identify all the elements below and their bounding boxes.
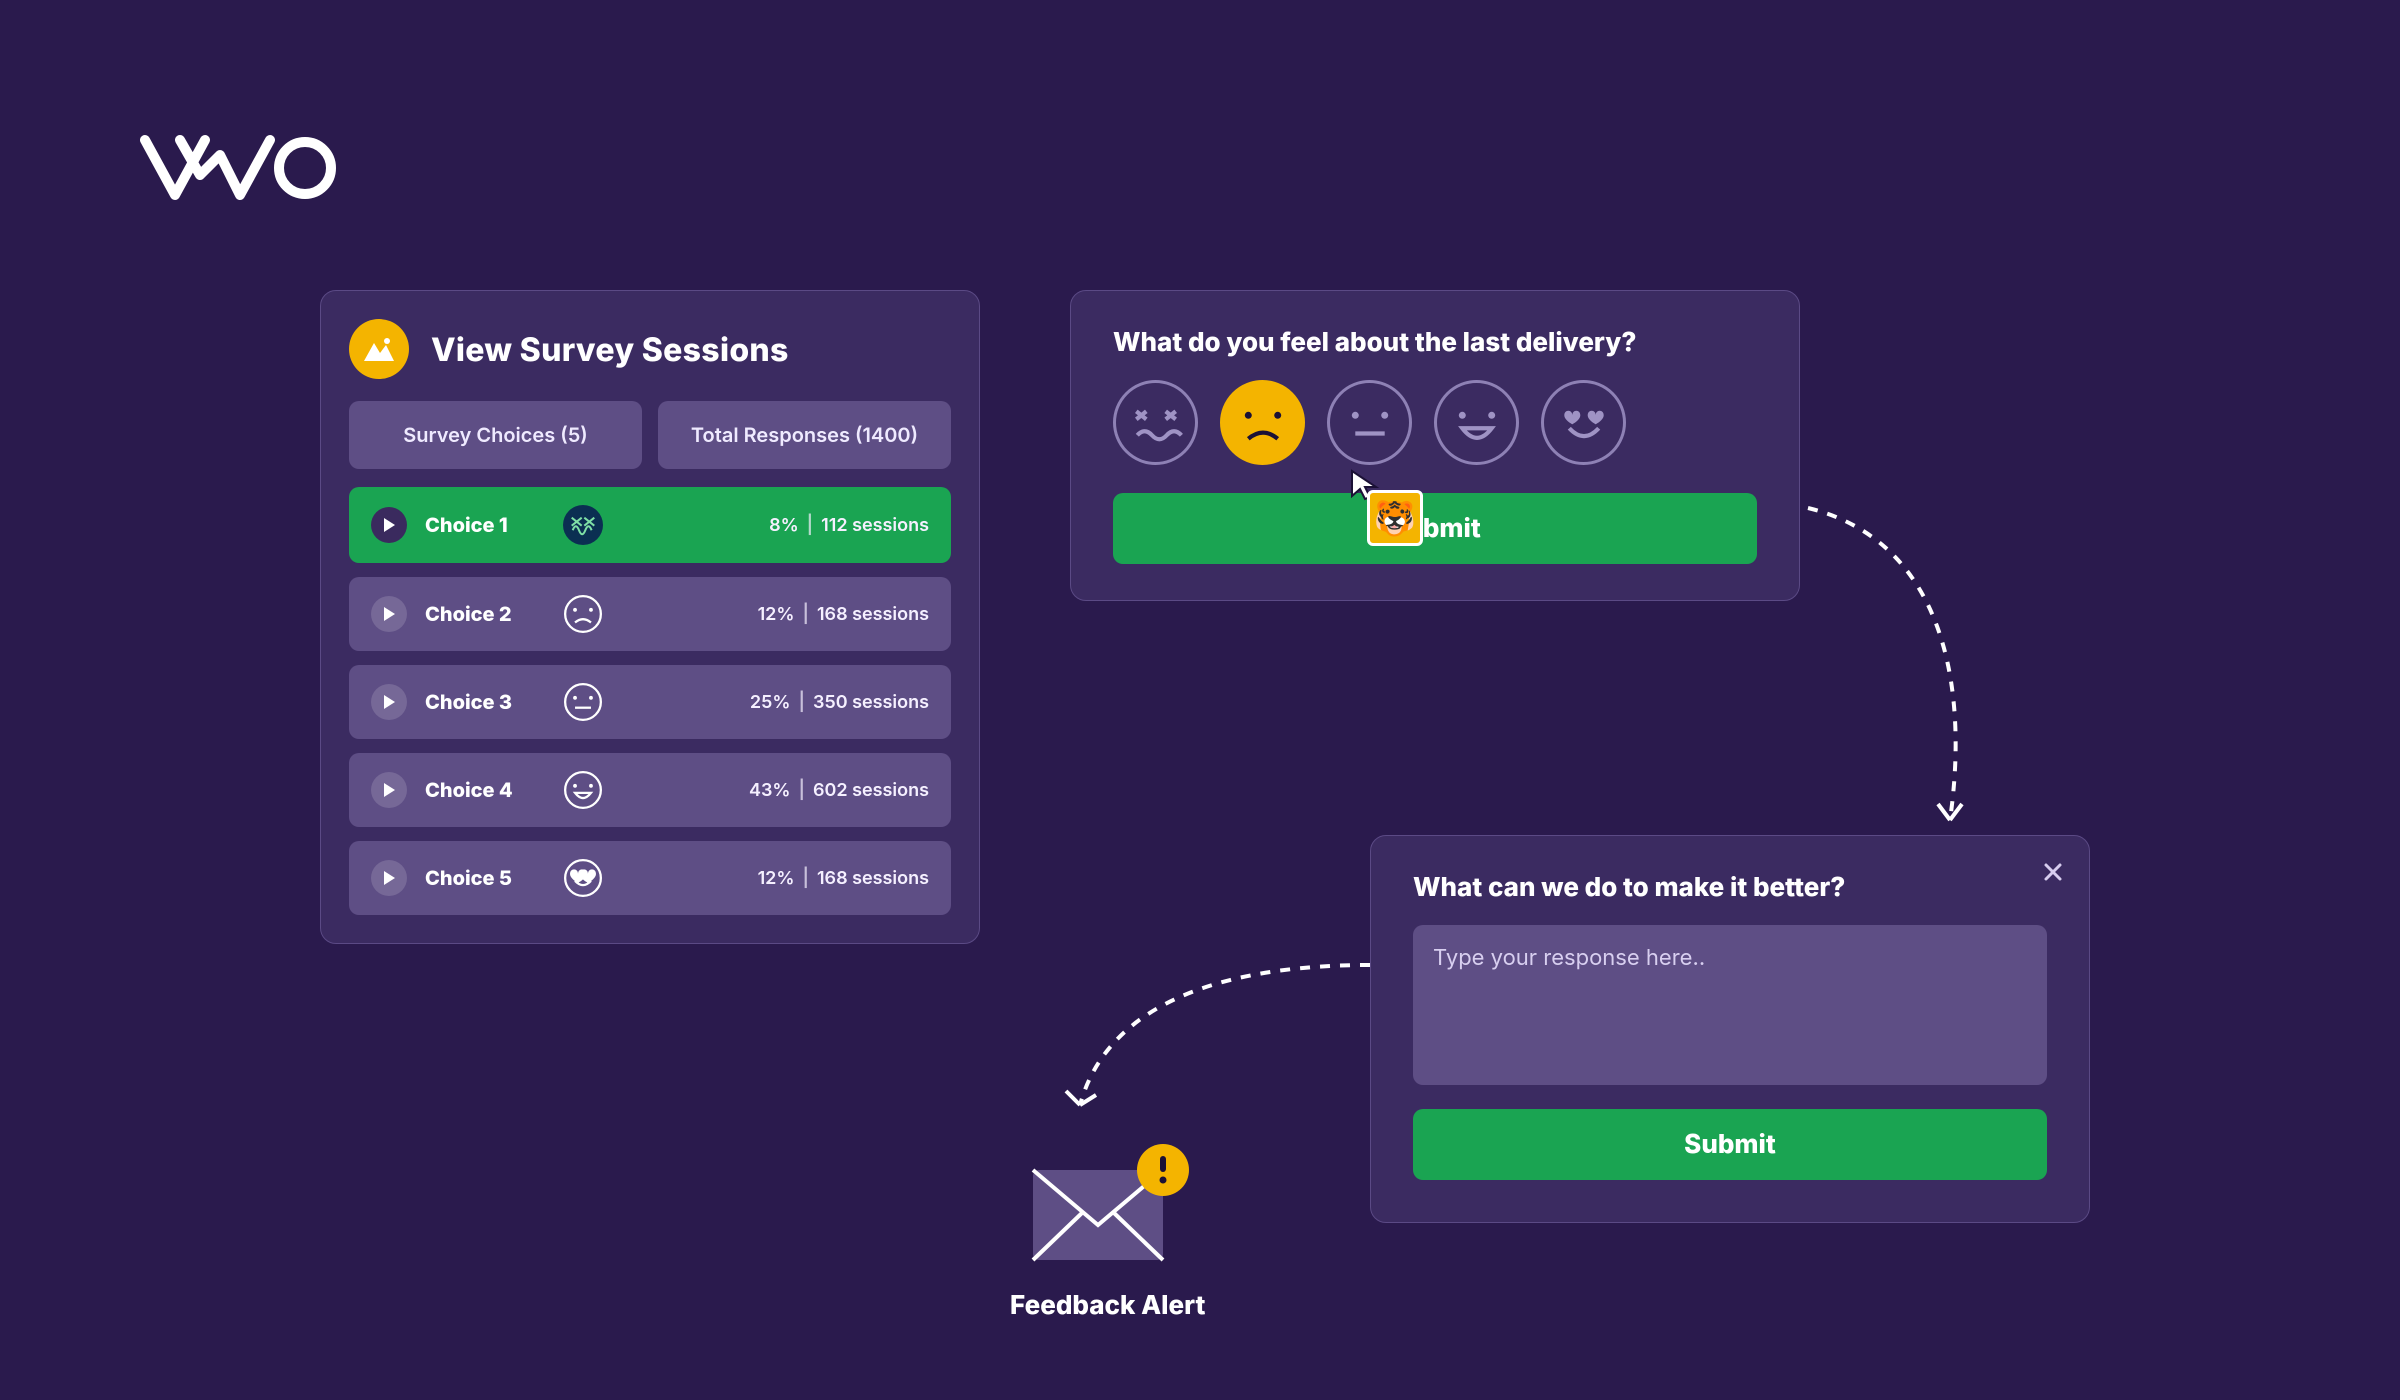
love-face-button[interactable] xyxy=(1541,380,1626,465)
play-icon[interactable] xyxy=(371,507,407,543)
choice-row[interactable]: Choice 3 25%|350 sessions xyxy=(349,665,951,739)
mountain-icon xyxy=(349,319,409,379)
sessions-tab-row: Survey Choices (5) Total Responses (1400… xyxy=(349,401,951,469)
rating-card: What do you feel about the last delivery… xyxy=(1070,290,1800,601)
neutral-face-button[interactable] xyxy=(1327,380,1412,465)
play-icon[interactable] xyxy=(371,860,407,896)
choice-row[interactable]: Choice 4 43%|602 sessions xyxy=(349,753,951,827)
vwo-logo xyxy=(140,130,340,214)
flow-arrow-icon xyxy=(1020,955,1380,1155)
choice-row[interactable]: Choice 2 12%|168 sessions xyxy=(349,577,951,651)
canvas: View Survey Sessions Survey Choices (5) … xyxy=(0,0,2400,1400)
choice-stat: 12%|168 sessions xyxy=(758,604,929,625)
rating-faces-row: 🐯 xyxy=(1113,380,1757,465)
rating-question: What do you feel about the last delivery… xyxy=(1113,327,1757,358)
choice-label: Choice 2 xyxy=(425,602,545,626)
followup-submit-button[interactable]: Submit xyxy=(1413,1109,2047,1180)
sessions-header: View Survey Sessions xyxy=(349,319,951,379)
love-face-icon xyxy=(563,859,603,897)
sick-face-icon xyxy=(563,505,603,545)
rating-submit-button[interactable]: Submit xyxy=(1113,493,1757,564)
feedback-alert: Feedback Alert xyxy=(1010,1140,1205,1321)
choice-stat: 43%|602 sessions xyxy=(749,780,929,801)
choice-row[interactable]: Choice 5 12%|168 sessions xyxy=(349,841,951,915)
play-icon[interactable] xyxy=(371,596,407,632)
sessions-title: View Survey Sessions xyxy=(431,330,789,369)
sick-face-button[interactable] xyxy=(1113,380,1198,465)
choice-rows-list: Choice 1 8%|112 sessions Choice 2 12%|168 s… xyxy=(349,487,951,915)
feedback-alert-label: Feedback Alert xyxy=(1010,1290,1205,1321)
neutral-face-icon xyxy=(563,683,603,721)
followup-card: What can we do to make it better? Type y… xyxy=(1370,835,2090,1223)
choice-stat: 8%|112 sessions xyxy=(769,515,929,536)
choice-label: Choice 1 xyxy=(425,513,545,537)
followup-response-input[interactable]: Type your response here.. xyxy=(1413,925,2047,1085)
choice-stat: 25%|350 sessions xyxy=(750,692,929,713)
survey-sessions-card: View Survey Sessions Survey Choices (5) … xyxy=(320,290,980,944)
sad-face-button[interactable] xyxy=(1220,380,1305,465)
play-icon[interactable] xyxy=(371,772,407,808)
choice-label: Choice 4 xyxy=(425,778,545,802)
followup-question: What can we do to make it better? xyxy=(1413,872,2047,903)
close-icon[interactable] xyxy=(2035,854,2071,890)
choice-label: Choice 3 xyxy=(425,690,545,714)
sad-face-icon xyxy=(563,595,603,633)
tab-survey-choices[interactable]: Survey Choices (5) xyxy=(349,401,642,469)
tiger-avatar-icon: 🐯 xyxy=(1367,490,1423,546)
happy-face-icon xyxy=(563,771,603,809)
tab-total-responses[interactable]: Total Responses (1400) xyxy=(658,401,951,469)
happy-face-button[interactable] xyxy=(1434,380,1519,465)
choice-stat: 12%|168 sessions xyxy=(758,868,929,889)
flow-arrow-icon xyxy=(1800,500,2000,860)
choice-label: Choice 5 xyxy=(425,866,545,890)
choice-row[interactable]: Choice 1 8%|112 sessions xyxy=(349,487,951,563)
play-icon[interactable] xyxy=(371,684,407,720)
